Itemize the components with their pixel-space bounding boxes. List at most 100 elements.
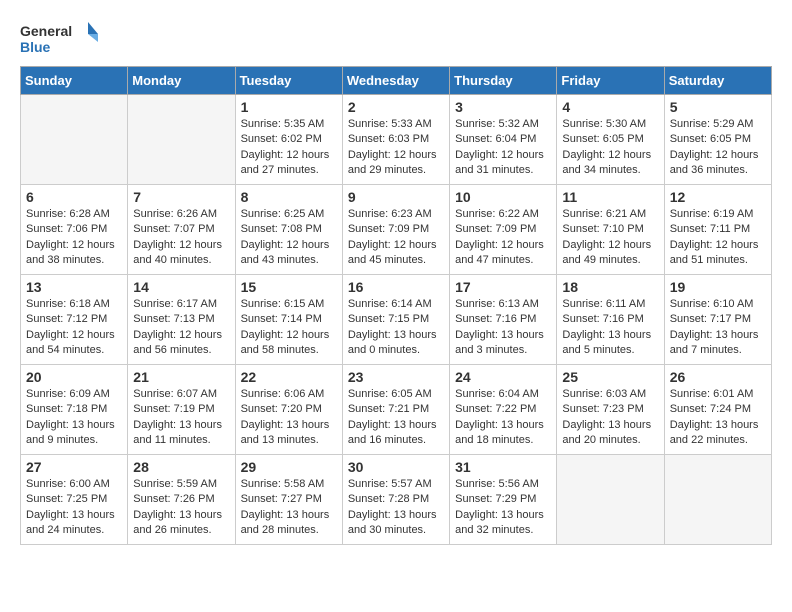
calendar-cell: 19 Sunrise: 6:10 AM Sunset: 7:17 PM Dayli… [664,275,771,365]
svg-text:Blue: Blue [20,39,51,55]
calendar-week-row: 1 Sunrise: 5:35 AM Sunset: 6:02 PM Daylig… [21,95,772,185]
calendar-cell: 3 Sunrise: 5:32 AM Sunset: 6:04 PM Daylig… [450,95,557,185]
calendar-cell: 27Sunrise: 6:00 AM Sunset: 7:25 PM Dayli… [21,455,128,545]
day-number: 12 [670,189,766,205]
day-number: 8 [241,189,337,205]
calendar-cell: 22Sunrise: 6:06 AM Sunset: 7:20 PM Dayli… [235,365,342,455]
calendar-cell: 9 Sunrise: 6:23 AM Sunset: 7:09 PM Daylig… [342,185,449,275]
day-info: Sunrise: 6:13 AM Sunset: 7:16 PM Dayligh… [455,297,551,359]
day-info: Sunrise: 5:29 AM Sunset: 6:05 PM Dayligh… [670,117,766,179]
calendar-cell [557,455,664,545]
day-info: Sunrise: 5:57 AM Sunset: 7:28 PM Dayligh… [348,477,444,539]
calendar-table: SundayMondayTuesdayWednesdayThursdayFrid… [20,66,772,545]
calendar-cell: 12 Sunrise: 6:19 AM Sunset: 7:11 PM Dayli… [664,185,771,275]
day-info: Sunrise: 5:35 AM Sunset: 6:02 PM Dayligh… [241,117,337,179]
calendar-cell: 28 Sunrise: 5:59 AM Sunset: 7:26 PM Dayli… [128,455,235,545]
day-number: 9 [348,189,444,205]
page-header: General Blue [20,20,772,56]
day-number: 4 [562,99,658,115]
day-number: 5 [670,99,766,115]
calendar-cell: 16Sunrise: 6:14 AM Sunset: 7:15 PM Dayli… [342,275,449,365]
day-info: Sunrise: 6:25 AM Sunset: 7:08 PM Dayligh… [241,207,337,269]
day-info: Sunrise: 6:04 AM Sunset: 7:22 PM Dayligh… [455,387,551,449]
calendar-week-row: 6 Sunrise: 6:28 AM Sunset: 7:06 PM Daylig… [21,185,772,275]
day-info: Sunrise: 6:11 AM Sunset: 7:16 PM Dayligh… [562,297,658,359]
calendar-cell: 6 Sunrise: 6:28 AM Sunset: 7:06 PM Daylig… [21,185,128,275]
day-number: 16 [348,279,444,295]
calendar-cell: 18 Sunrise: 6:11 AM Sunset: 7:16 PM Dayli… [557,275,664,365]
day-info: Sunrise: 6:21 AM Sunset: 7:10 PM Dayligh… [562,207,658,269]
calendar-cell: 7 Sunrise: 6:26 AM Sunset: 7:07 PM Daylig… [128,185,235,275]
calendar-cell [128,95,235,185]
day-number: 29 [241,459,337,475]
day-info: Sunrise: 6:15 AM Sunset: 7:14 PM Dayligh… [241,297,337,359]
day-info: Sunrise: 6:22 AM Sunset: 7:09 PM Dayligh… [455,207,551,269]
weekday-header: Monday [128,67,235,95]
day-number: 1 [241,99,337,115]
weekday-header: Thursday [450,67,557,95]
day-number: 23 [348,369,444,385]
weekday-header: Wednesday [342,67,449,95]
calendar-cell [664,455,771,545]
day-number: 6 [26,189,122,205]
calendar-cell [21,95,128,185]
day-info: Sunrise: 6:19 AM Sunset: 7:11 PM Dayligh… [670,207,766,269]
calendar-cell: 30Sunrise: 5:57 AM Sunset: 7:28 PM Dayli… [342,455,449,545]
day-info: Sunrise: 6:28 AM Sunset: 7:06 PM Dayligh… [26,207,122,269]
day-number: 19 [670,279,766,295]
calendar-cell: 11 Sunrise: 6:21 AM Sunset: 7:10 PM Dayli… [557,185,664,275]
day-number: 17 [455,279,551,295]
day-number: 21 [133,369,229,385]
day-number: 15 [241,279,337,295]
day-number: 18 [562,279,658,295]
calendar-week-row: 20 Sunrise: 6:09 AM Sunset: 7:18 PM Dayli… [21,365,772,455]
calendar-cell: 2Sunrise: 5:33 AM Sunset: 6:03 PM Daylig… [342,95,449,185]
calendar-cell: 31Sunrise: 5:56 AM Sunset: 7:29 PM Dayli… [450,455,557,545]
day-number: 31 [455,459,551,475]
day-number: 14 [133,279,229,295]
calendar-cell: 24 Sunrise: 6:04 AM Sunset: 7:22 PM Dayli… [450,365,557,455]
calendar-header-row: SundayMondayTuesdayWednesdayThursdayFrid… [21,67,772,95]
day-number: 28 [133,459,229,475]
calendar-cell: 23 Sunrise: 6:05 AM Sunset: 7:21 PM Dayli… [342,365,449,455]
day-info: Sunrise: 6:03 AM Sunset: 7:23 PM Dayligh… [562,387,658,449]
day-number: 26 [670,369,766,385]
day-number: 24 [455,369,551,385]
day-info: Sunrise: 6:01 AM Sunset: 7:24 PM Dayligh… [670,387,766,449]
day-number: 7 [133,189,229,205]
weekday-header: Saturday [664,67,771,95]
day-number: 22 [241,369,337,385]
day-info: Sunrise: 5:30 AM Sunset: 6:05 PM Dayligh… [562,117,658,179]
logo: General Blue [20,20,100,56]
svg-text:General: General [20,23,72,39]
day-number: 13 [26,279,122,295]
calendar-cell: 20 Sunrise: 6:09 AM Sunset: 7:18 PM Dayli… [21,365,128,455]
calendar-cell: 4 Sunrise: 5:30 AM Sunset: 6:05 PM Daylig… [557,95,664,185]
day-info: Sunrise: 6:05 AM Sunset: 7:21 PM Dayligh… [348,387,444,449]
calendar-cell: 21 Sunrise: 6:07 AM Sunset: 7:19 PM Dayli… [128,365,235,455]
day-info: Sunrise: 6:10 AM Sunset: 7:17 PM Dayligh… [670,297,766,359]
calendar-cell: 1 Sunrise: 5:35 AM Sunset: 6:02 PM Daylig… [235,95,342,185]
day-info: Sunrise: 6:26 AM Sunset: 7:07 PM Dayligh… [133,207,229,269]
calendar-cell: 10Sunrise: 6:22 AM Sunset: 7:09 PM Dayli… [450,185,557,275]
calendar-cell: 14Sunrise: 6:17 AM Sunset: 7:13 PM Dayli… [128,275,235,365]
day-info: Sunrise: 6:23 AM Sunset: 7:09 PM Dayligh… [348,207,444,269]
calendar-cell: 25 Sunrise: 6:03 AM Sunset: 7:23 PM Dayli… [557,365,664,455]
day-number: 20 [26,369,122,385]
day-number: 3 [455,99,551,115]
calendar-cell: 26 Sunrise: 6:01 AM Sunset: 7:24 PM Dayli… [664,365,771,455]
day-info: Sunrise: 5:32 AM Sunset: 6:04 PM Dayligh… [455,117,551,179]
calendar-cell: 29Sunrise: 5:58 AM Sunset: 7:27 PM Dayli… [235,455,342,545]
logo-svg: General Blue [20,20,100,56]
day-info: Sunrise: 6:07 AM Sunset: 7:19 PM Dayligh… [133,387,229,449]
day-info: Sunrise: 6:18 AM Sunset: 7:12 PM Dayligh… [26,297,122,359]
day-info: Sunrise: 6:09 AM Sunset: 7:18 PM Dayligh… [26,387,122,449]
day-info: Sunrise: 5:33 AM Sunset: 6:03 PM Dayligh… [348,117,444,179]
day-info: Sunrise: 6:00 AM Sunset: 7:25 PM Dayligh… [26,477,122,539]
weekday-header: Sunday [21,67,128,95]
day-number: 25 [562,369,658,385]
calendar-cell: 15 Sunrise: 6:15 AM Sunset: 7:14 PM Dayli… [235,275,342,365]
day-info: Sunrise: 5:59 AM Sunset: 7:26 PM Dayligh… [133,477,229,539]
calendar-cell: 8 Sunrise: 6:25 AM Sunset: 7:08 PM Daylig… [235,185,342,275]
day-number: 11 [562,189,658,205]
